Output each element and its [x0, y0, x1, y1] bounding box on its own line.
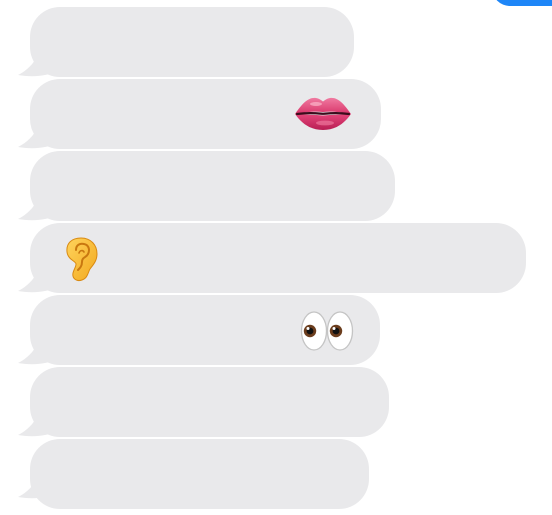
eyes-icon [300, 311, 354, 351]
message-bubble[interactable] [30, 367, 389, 437]
lips-icon [295, 97, 351, 130]
message-bubble[interactable] [30, 223, 526, 293]
message-bubble[interactable] [30, 151, 395, 221]
ear-icon [66, 237, 98, 281]
outgoing-message-bubble[interactable] [492, 0, 552, 6]
bubble-tail [18, 469, 56, 499]
chat-screen: { "colors": { "incoming_bubble": "#e9e9e… [0, 0, 552, 515]
message-bubble[interactable] [30, 7, 354, 77]
message-bubble[interactable] [30, 439, 369, 509]
